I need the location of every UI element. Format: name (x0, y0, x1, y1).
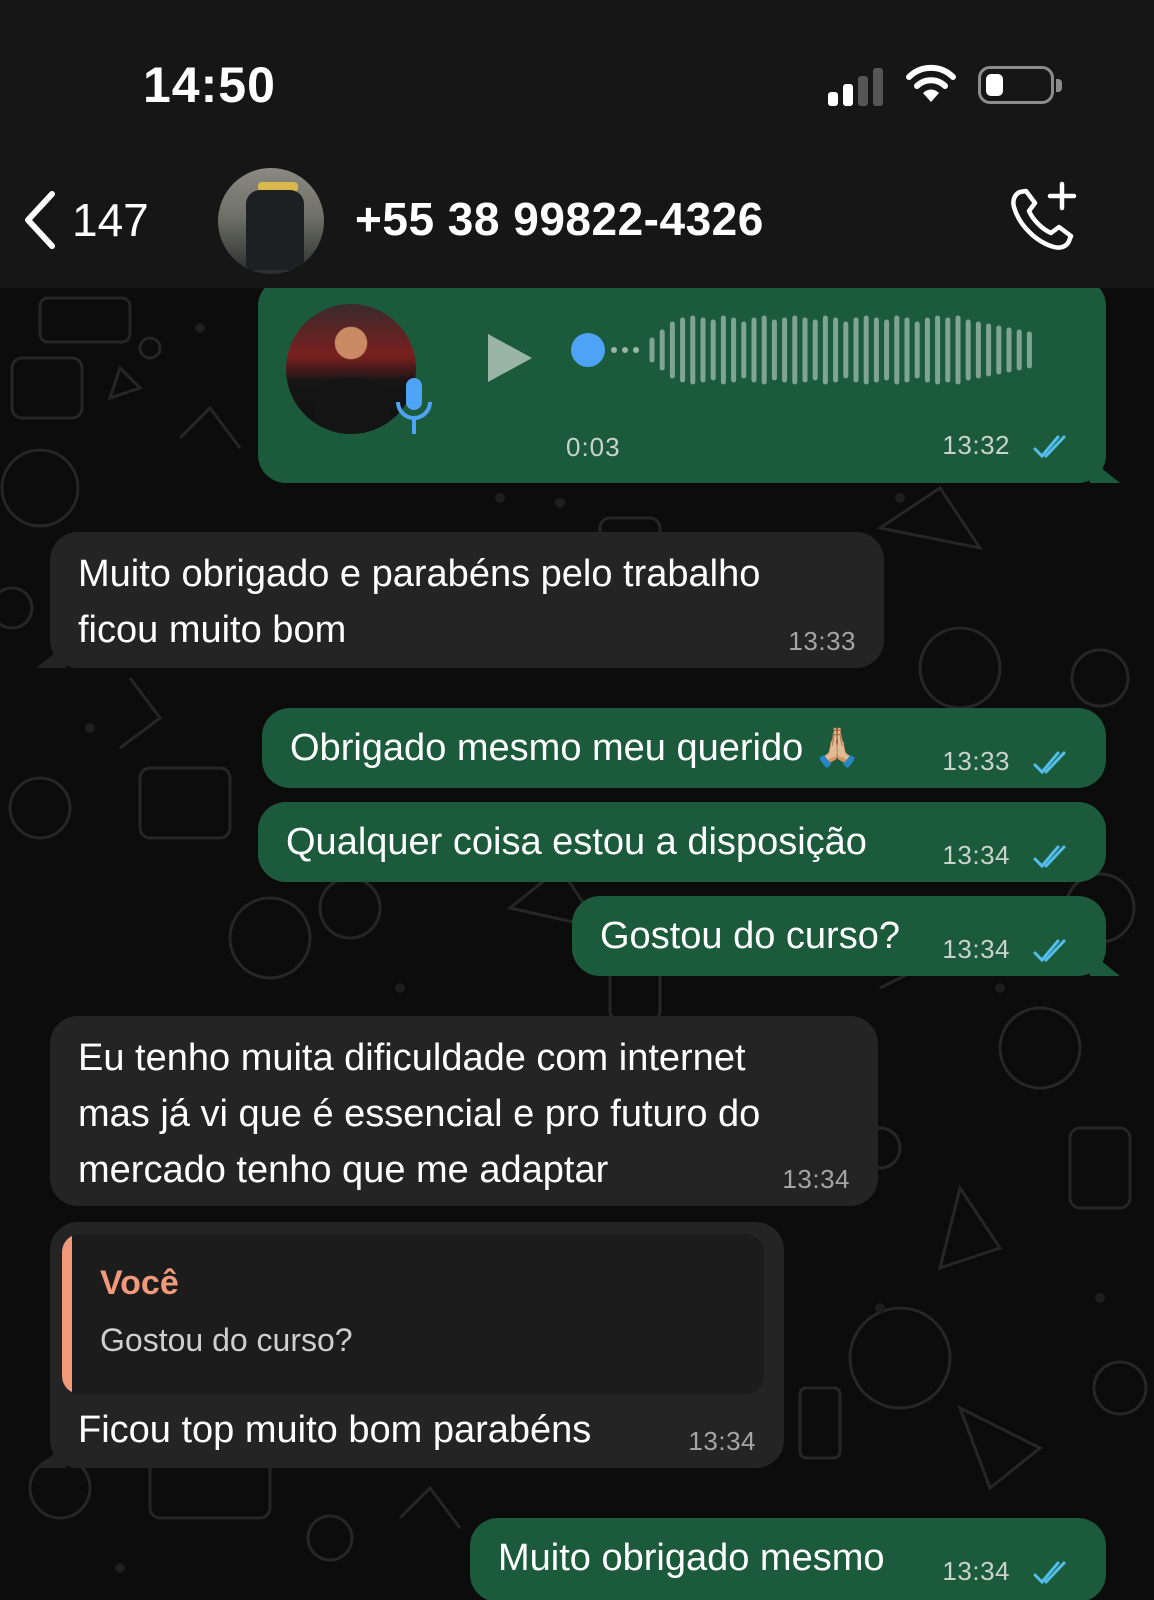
quote-author: Você (100, 1264, 179, 1302)
call-add-icon[interactable] (1006, 180, 1082, 256)
outgoing-message-bubble[interactable]: Muito obrigado mesmo 13:34 (470, 1518, 1106, 1600)
unread-count: 147 (72, 194, 149, 246)
message-time: 13:33 (942, 746, 1010, 776)
message-text: Gostou do curso? (600, 915, 900, 957)
status-bar: 14:50 (0, 0, 1154, 170)
status-time: 14:50 (143, 57, 276, 113)
double-check-icon (1033, 751, 1066, 775)
message-text: mercado tenho que me adaptar (78, 1149, 609, 1191)
chat-header: 147 +55 38 99822-4326 (0, 150, 1154, 288)
message-text: Eu tenho muita dificuldade com internet (78, 1037, 746, 1079)
back-button[interactable]: 147 (22, 190, 149, 250)
outgoing-message-bubble[interactable]: Qualquer coisa estou a disposição 13:34 (258, 802, 1106, 882)
quote-text: Gostou do curso? (100, 1322, 353, 1358)
double-check-icon (1033, 1561, 1066, 1585)
message-time: 13:34 (942, 934, 1010, 964)
message-text: Ficou top muito bom parabéns (78, 1409, 592, 1451)
outgoing-message-bubble[interactable]: Gostou do curso? 13:34 (572, 896, 1120, 976)
voice-message-bubble[interactable]: 0:03 13:32 (258, 288, 1120, 483)
contact-avatar[interactable] (218, 168, 324, 274)
message-text: Muito obrigado mesmo (498, 1537, 885, 1579)
contact-name[interactable]: +55 38 99822-4326 (355, 192, 764, 246)
outgoing-message-bubble[interactable]: Obrigado mesmo meu querido 🙏🏼 13:33 (262, 708, 1106, 788)
voice-duration: 0:03 (566, 432, 621, 462)
message-time: 13:32 (942, 430, 1010, 460)
message-time: 13:34 (782, 1164, 850, 1194)
message-text: mas já vi que é essencial e pro futuro d… (78, 1093, 761, 1135)
message-text: ficou muito bom (78, 609, 347, 651)
message-text: Qualquer coisa estou a disposição (286, 821, 867, 863)
battery-icon (978, 66, 1062, 104)
message-time: 13:34 (942, 1556, 1010, 1586)
chat-area[interactable]: 0:03 13:32 Muito obrigado e parabéns pel… (0, 288, 1154, 1600)
message-text: Muito obrigado e parabéns pelo trabalho (78, 553, 761, 595)
double-check-icon (1033, 939, 1066, 963)
voice-waveform[interactable] (570, 310, 1050, 390)
incoming-message-bubble[interactable]: Muito obrigado e parabéns pelo trabalho … (36, 532, 884, 668)
incoming-message-bubble[interactable]: Eu tenho muita dificuldade com internet … (50, 1016, 878, 1206)
play-icon[interactable] (482, 328, 538, 388)
message-time: 13:33 (788, 626, 856, 656)
message-time: 13:34 (942, 840, 1010, 870)
incoming-reply-bubble[interactable]: Você Gostou do curso? Ficou top muito bo… (36, 1222, 784, 1468)
back-chevron-icon (25, 191, 55, 249)
double-check-icon (1033, 845, 1066, 869)
wifi-icon (906, 64, 956, 102)
message-text: Obrigado mesmo meu querido 🙏🏼 (290, 727, 862, 769)
double-check-icon (1033, 435, 1066, 459)
microphone-icon (396, 378, 432, 434)
quoted-message[interactable]: Você Gostou do curso? (62, 1234, 764, 1394)
message-time: 13:34 (688, 1426, 756, 1456)
signal-icon (828, 68, 888, 106)
